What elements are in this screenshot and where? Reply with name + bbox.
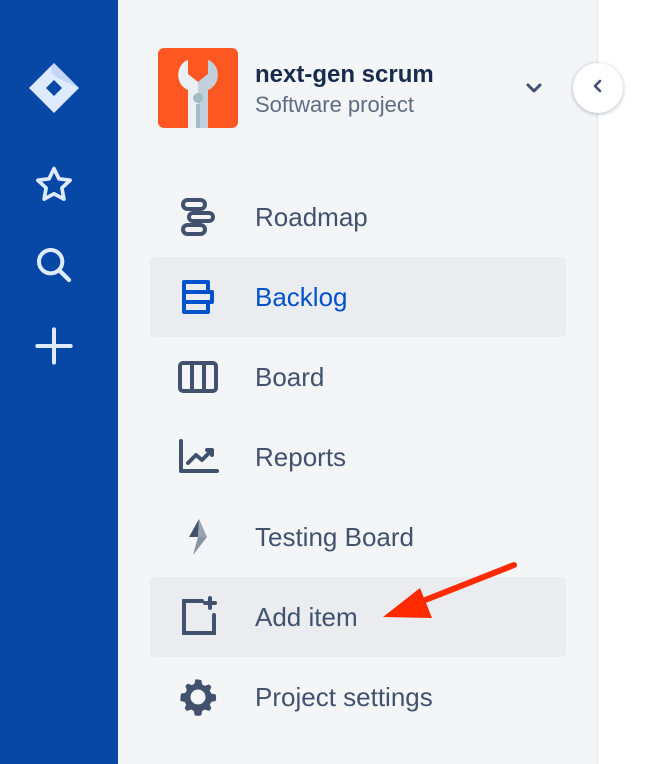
annotation-arrow — [383, 562, 517, 618]
